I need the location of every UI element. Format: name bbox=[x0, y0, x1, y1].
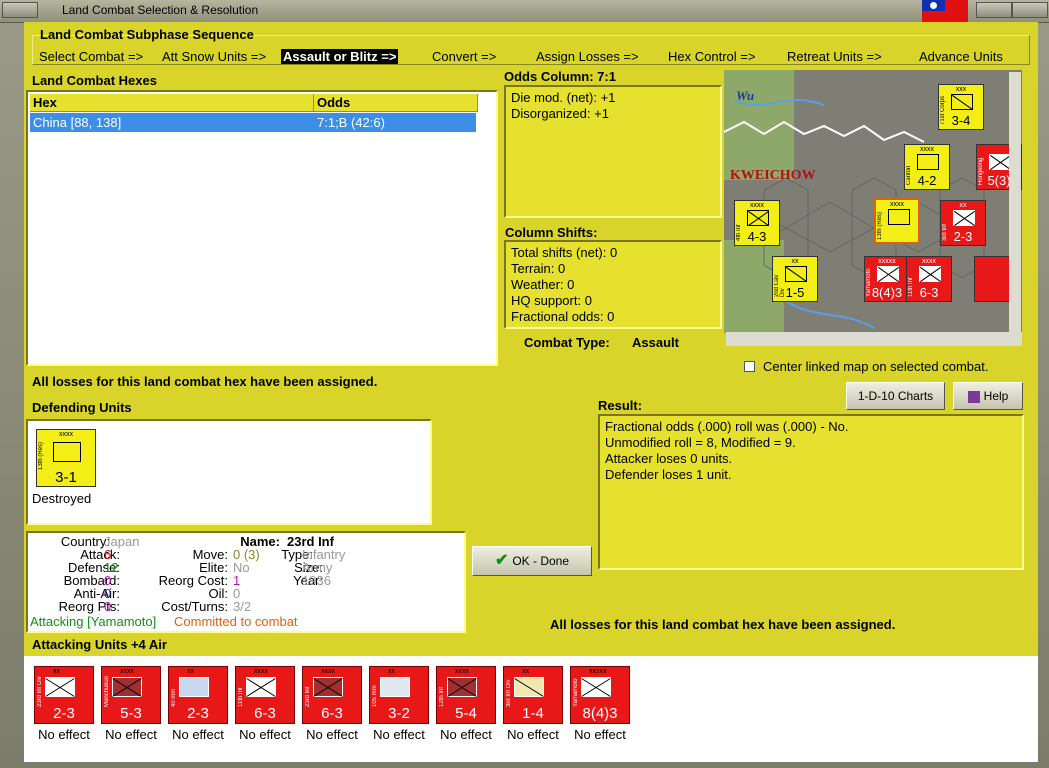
column-shifts-heading: Column Shifts: bbox=[505, 225, 598, 240]
close-button[interactable] bbox=[1012, 2, 1048, 18]
losses-status-bottom: All losses for this land combat hex have… bbox=[550, 617, 896, 632]
hex-cell: China [88, 138] bbox=[33, 115, 122, 130]
help-button-label: Help bbox=[983, 389, 1009, 403]
attacking-unit[interactable]: xx 23rd Inf Div 2-3 bbox=[34, 666, 94, 724]
odds-cell: 7:1;B (42:6) bbox=[317, 115, 385, 130]
map-label-wu: Wu bbox=[736, 88, 755, 103]
attacking-unit[interactable]: xxxx 11th Inf 6-3 bbox=[235, 666, 295, 724]
step-retreat-units: Retreat Units => bbox=[787, 49, 882, 64]
attacking-unit-effect: No effect bbox=[306, 727, 358, 742]
attacking-status: Attacking [Yamamoto] bbox=[30, 614, 157, 629]
map-counter[interactable]: xxxxx Yamamoto 8(4)3 bbox=[864, 256, 910, 302]
hex-column-header[interactable]: Hex bbox=[30, 94, 314, 112]
committed-status: Committed to combat bbox=[174, 614, 298, 629]
odds-column-box: Die mod. (net): +1 Disorganized: +1 bbox=[504, 85, 722, 218]
total-shifts-text: Total shifts (net): 0 bbox=[511, 245, 618, 260]
ok-done-label: OK - Done bbox=[512, 554, 570, 568]
result-line: Defender loses 1 unit. bbox=[605, 467, 732, 482]
result-box: Fractional odds (.000) roll was (.000) -… bbox=[598, 414, 1024, 570]
attacking-unit[interactable]: xx 105 mm 3-2 bbox=[369, 666, 429, 724]
linked-map[interactable]: Wu KWEICHOW xxx 71st Corps 3-4 xxxx Canton 4… bbox=[724, 70, 1022, 333]
step-hex-control: Hex Control => bbox=[668, 49, 756, 64]
attacking-unit-effect: No effect bbox=[105, 727, 157, 742]
checkmark-icon: ✔ bbox=[494, 552, 509, 569]
center-linked-map-label: Center linked map on selected combat. bbox=[763, 359, 989, 374]
losses-status-top: All losses for this land combat hex have… bbox=[32, 374, 378, 389]
system-menu-button[interactable] bbox=[2, 2, 38, 18]
step-assault-or-blitz: Assault or Blitz => bbox=[281, 49, 399, 64]
reorg-pts-value: 0 bbox=[104, 599, 112, 614]
step-att-snow-units: Att Snow Units => bbox=[162, 49, 267, 64]
attacking-unit-effect: No effect bbox=[507, 727, 559, 742]
result-line: Fractional odds (.000) roll was (.000) -… bbox=[605, 419, 849, 434]
defending-unit-effect: Destroyed bbox=[32, 491, 92, 506]
attacking-unit[interactable]: xxxx Manchukuo 5-3 bbox=[101, 666, 161, 724]
attacking-unit[interactable]: xxxx 23rd Inf 6-3 bbox=[302, 666, 362, 724]
cost-turns-value: 3/2 bbox=[233, 599, 252, 614]
nationality-flag-icon bbox=[922, 0, 968, 22]
die-mod-text: Die mod. (net): +1 bbox=[511, 90, 616, 105]
attacking-heading: Attacking Units +4 Air bbox=[32, 637, 167, 652]
year-value: 1936 bbox=[302, 573, 331, 588]
step-convert: Convert => bbox=[432, 49, 497, 64]
attacking-unit-effect: No effect bbox=[38, 727, 90, 742]
map-counter[interactable]: xxxx Canton 4-2 bbox=[904, 144, 950, 190]
result-line: Attacker loses 0 units. bbox=[605, 451, 733, 466]
map-counter-selected[interactable]: xxxx 13th (Res) bbox=[874, 198, 920, 244]
result-line: Unmodified roll = 8, Modified = 9. bbox=[605, 435, 796, 450]
map-horizontal-scrollbar[interactable] bbox=[726, 332, 1022, 346]
hexes-heading: Land Combat Hexes bbox=[32, 73, 157, 88]
combat-type-value: Assault bbox=[632, 335, 679, 350]
defending-heading: Defending Units bbox=[32, 400, 132, 415]
map-counter[interactable]: xxxx 11th Inf 6-3 bbox=[906, 256, 952, 302]
attacking-unit-effect: No effect bbox=[172, 727, 224, 742]
ok-done-button[interactable]: ✔ OK - Done bbox=[472, 546, 592, 576]
attacking-units-strip: xx 23rd Inf Div 2-3 No effect xxxx Manchuku… bbox=[24, 656, 1038, 762]
map-label-kweichow: KWEICHOW bbox=[730, 168, 816, 183]
result-heading: Result: bbox=[598, 398, 643, 413]
hexes-table: Hex Odds China [88, 138] 7:1;B (42:6) bbox=[26, 90, 498, 366]
step-advance-units: Advance Units bbox=[919, 49, 1003, 64]
attacking-unit-effect: No effect bbox=[440, 727, 492, 742]
window-title: Land Combat Selection & Resolution bbox=[62, 3, 259, 17]
disorganized-text: Disorganized: +1 bbox=[511, 106, 609, 121]
table-row[interactable]: China [88, 138] 7:1;B (42:6) bbox=[30, 113, 476, 132]
map-counter[interactable]: xx 2nd Cav Div 1-5 bbox=[772, 256, 818, 302]
defending-unit[interactable]: xxxx 13th (Res) 3-1 bbox=[36, 429, 96, 487]
column-shifts-box: Total shifts (net): 0 Terrain: 0 Weather… bbox=[504, 240, 722, 329]
attacking-unit[interactable]: xxxx 12th Inf 5-4 bbox=[436, 666, 496, 724]
cost-turns-key: Cost/Turns: bbox=[161, 599, 228, 614]
fractional-odds-text: Fractional odds: 0 bbox=[511, 309, 615, 324]
weather-shift-text: Weather: 0 bbox=[511, 277, 575, 292]
minimize-button[interactable] bbox=[976, 2, 1012, 18]
window-frame: Land Combat Selection & Resolution Land … bbox=[0, 0, 1049, 768]
terrain-shift-text: Terrain: 0 bbox=[511, 261, 566, 276]
subphase-heading: Land Combat Subphase Sequence bbox=[40, 27, 254, 42]
help-button[interactable]: Help bbox=[953, 382, 1023, 410]
attacking-unit-effect: No effect bbox=[373, 727, 425, 742]
attacking-unit-effect: No effect bbox=[574, 727, 626, 742]
map-counter[interactable]: xxx 71st Corps 3-4 bbox=[938, 84, 984, 130]
odds-column-header[interactable]: Odds bbox=[314, 94, 478, 112]
d10-charts-button[interactable]: 1-D-10 Charts bbox=[846, 382, 945, 410]
unit-info-box: Country: Japan Attack: 6 Defense: 12 Bom… bbox=[26, 531, 466, 633]
step-assign-losses: Assign Losses => bbox=[536, 49, 639, 64]
combat-type-label: Combat Type: bbox=[524, 335, 610, 350]
step-select-combat: Select Combat => bbox=[39, 49, 144, 64]
attacking-unit-effect: No effect bbox=[239, 727, 291, 742]
map-vertical-scrollbar[interactable] bbox=[1009, 72, 1021, 332]
help-book-icon bbox=[967, 390, 980, 403]
title-bar: Land Combat Selection & Resolution bbox=[0, 0, 1049, 23]
attacking-unit[interactable]: xxxxx Yamamoto 8(4)3 bbox=[570, 666, 630, 724]
main-panel: Land Combat Subphase Sequence Select Com… bbox=[24, 22, 1038, 762]
odds-column-heading: Odds Column: 7:1 bbox=[504, 69, 616, 84]
map-counter[interactable]: xx 3rd Inf 2-3 bbox=[940, 200, 986, 246]
attacking-unit[interactable]: xx 3rd Inf Div 1-4 bbox=[503, 666, 563, 724]
defending-units-box: xxxx 13th (Res) 3-1 Destroyed bbox=[26, 419, 432, 525]
hq-support-text: HQ support: 0 bbox=[511, 293, 592, 308]
center-linked-map-checkbox[interactable] bbox=[744, 361, 755, 372]
attacking-unit[interactable]: xx 40 mm 2-3 bbox=[168, 666, 228, 724]
map-counter[interactable]: xxxx 4th Inf 4-3 bbox=[734, 200, 780, 246]
